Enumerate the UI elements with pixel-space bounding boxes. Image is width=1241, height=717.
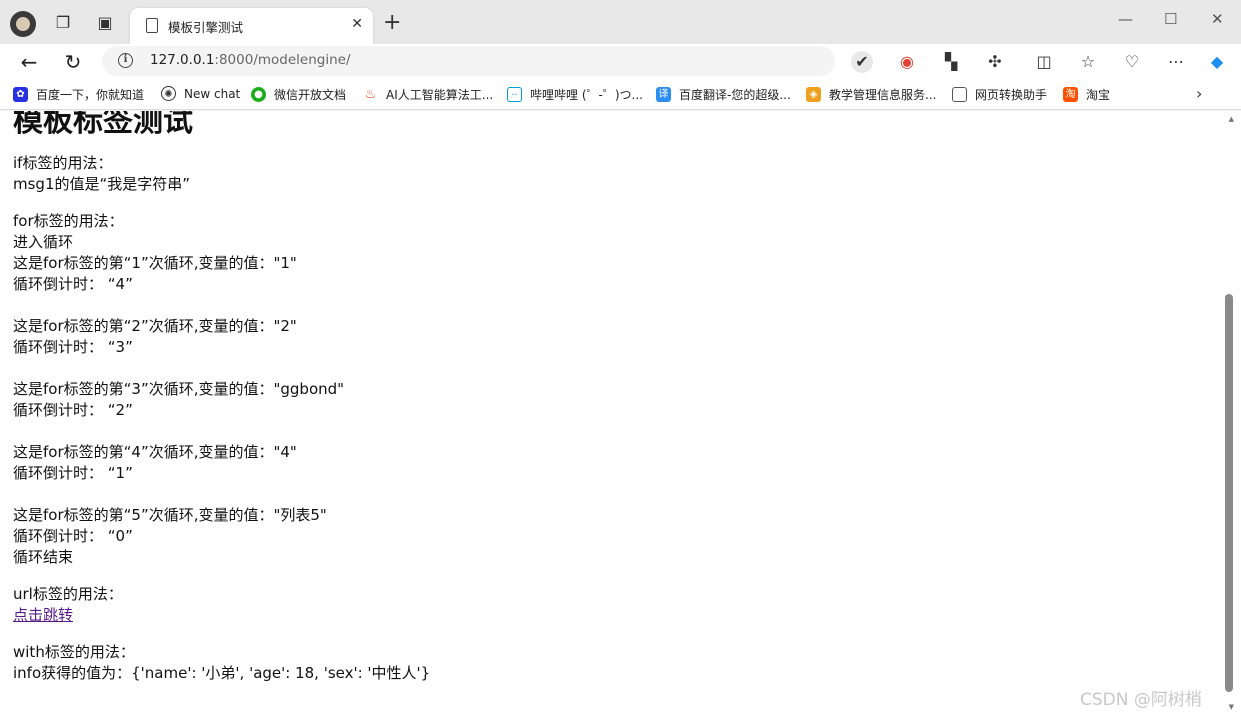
for-iteration-countdown: 循环倒计时： “1”: [13, 464, 133, 482]
back-icon[interactable]: ←: [17, 50, 41, 74]
if-title: if标签的用法：: [13, 154, 113, 172]
scroll-up-icon[interactable]: ▲: [1229, 115, 1234, 123]
collections-icon[interactable]: ❐: [54, 14, 72, 32]
if-line: msg1的值是“我是字符串”: [13, 175, 191, 193]
for-iteration-countdown: 循环倒计时： “2”: [13, 401, 133, 419]
split-screen-icon[interactable]: ◫: [1033, 51, 1055, 73]
bookmark-label: 微信开放文档: [274, 88, 347, 102]
for-iteration-text: 这是for标签的第“4”次循环,变量的值："4": [13, 443, 297, 461]
bookmark-label: 淘宝: [1086, 88, 1111, 102]
extensions-icon[interactable]: ✣: [984, 51, 1006, 73]
close-window-icon[interactable]: ✕: [1211, 10, 1224, 28]
extension-bird-icon[interactable]: ✔: [851, 51, 873, 73]
bilibili-icon: ··: [507, 87, 522, 102]
url-host: 127.0.0.1: [150, 52, 215, 68]
bookmark-taobao[interactable]: 淘 淘宝: [1063, 86, 1110, 103]
bookmark-label: 百度一下，你就知道: [36, 88, 145, 102]
doc-icon: [952, 87, 967, 102]
page-content: 模板标签测试 if标签的用法： msg1的值是“我是字符串” for标签的用法：…: [13, 111, 1213, 684]
for-iteration-countdown: 循环倒计时： “3”: [13, 338, 133, 356]
bookmark-label: 网页转换助手: [975, 88, 1048, 102]
url-text: 127.0.0.1:8000/modelengine/: [150, 52, 351, 68]
copilot-icon[interactable]: ◆: [1206, 51, 1228, 73]
for-iteration-countdown: 循环倒计时： “4”: [13, 275, 133, 293]
minimize-icon[interactable]: —: [1118, 10, 1133, 28]
chevron-right-icon[interactable]: ›: [1196, 84, 1202, 103]
bookmark-ai-algorithms[interactable]: ♨ AI人工智能算法工...: [363, 86, 493, 103]
favorites-icon[interactable]: ☆: [1077, 51, 1099, 73]
tab-title: 模板引擎测试: [168, 20, 244, 35]
for-iteration-text: 这是for标签的第“1”次循环,变量的值："1": [13, 254, 297, 272]
page-viewport: 模板标签测试 if标签的用法： msg1的值是“我是字符串” for标签的用法：…: [0, 111, 1241, 717]
scroll-down-icon[interactable]: ▼: [1229, 703, 1234, 711]
wechat-icon: ●: [251, 87, 266, 102]
line-break: [13, 421, 1213, 442]
scrollbar-thumb[interactable]: [1225, 294, 1233, 692]
bookmark-label: 哔哩哔哩 (゜-゜)つ...: [530, 88, 643, 102]
line-break: [13, 295, 1213, 316]
if-section: if标签的用法： msg1的值是“我是字符串”: [13, 153, 1213, 195]
paw-icon: ✿: [13, 87, 28, 102]
address-bar[interactable]: i 127.0.0.1:8000/modelengine/: [102, 46, 835, 76]
for-enter: 进入循环: [13, 233, 74, 251]
jump-link[interactable]: 点击跳转: [13, 606, 73, 624]
active-tab[interactable]: 模板引擎测试 ✕: [130, 8, 373, 44]
chrome-extension-icon[interactable]: ◉: [896, 51, 918, 73]
line-break: [13, 484, 1213, 505]
bookmark-page-converter[interactable]: 网页转换助手: [952, 86, 1047, 103]
bookmark-label: AI人工智能算法工...: [386, 88, 494, 102]
tab-actions-icon[interactable]: ▣: [96, 14, 114, 32]
for-title: for标签的用法：: [13, 212, 124, 230]
bookmark-wechat-docs[interactable]: ● 微信开放文档: [251, 86, 346, 103]
browser-essentials-icon[interactable]: ♡: [1121, 51, 1143, 73]
for-end: 循环结束: [13, 548, 74, 566]
game-extension-icon[interactable]: ▚: [940, 51, 962, 73]
with-title: with标签的用法：: [13, 643, 135, 661]
new-tab-button[interactable]: +: [383, 10, 401, 35]
watermark: CSDN @阿树梢: [1080, 690, 1202, 710]
bookmark-bilibili[interactable]: ·· 哔哩哔哩 (゜-゜)つ...: [507, 86, 643, 103]
page-icon: [146, 18, 158, 33]
site-info-icon[interactable]: i: [118, 53, 133, 68]
bookmark-baidu[interactable]: ✿ 百度一下，你就知道: [13, 86, 144, 103]
more-options-icon[interactable]: ⋯: [1165, 51, 1187, 73]
for-iteration-text: 这是for标签的第“2”次循环,变量的值："2": [13, 317, 297, 335]
maximize-icon[interactable]: ☐: [1164, 10, 1177, 28]
stack-icon: ◈: [806, 87, 821, 102]
bookmark-label: 百度翻译-您的超级...: [679, 88, 791, 102]
for-section: for标签的用法： 进入循环 这是for标签的第“1”次循环,变量的值："1" …: [13, 211, 1213, 568]
bookmark-new-chat[interactable]: ✺ New chat: [161, 86, 240, 101]
openai-icon: ✺: [161, 86, 176, 101]
for-iteration-countdown: 循环倒计时： “0”: [13, 527, 133, 545]
for-iteration-text: 这是for标签的第“5”次循环,变量的值："列表5": [13, 506, 327, 524]
page-heading: 模板标签测试: [13, 111, 193, 139]
url-section: url标签的用法： 点击跳转: [13, 584, 1213, 626]
with-section: with标签的用法： info获得的值为：{'name': '小弟', 'age…: [13, 642, 1213, 684]
tab-strip: ❐ ▣ 模板引擎测试 ✕ + — ☐ ✕: [0, 0, 1241, 44]
for-iteration-text: 这是for标签的第“3”次循环,变量的值："ggbond": [13, 380, 345, 398]
browser-toolbar: ← ↻ i 127.0.0.1:8000/modelengine/ ✔ ◉ ▚ …: [0, 44, 1241, 80]
close-tab-icon[interactable]: ✕: [351, 16, 363, 32]
bookmark-teaching-mgmt[interactable]: ◈ 教学管理信息服务...: [806, 86, 936, 103]
line-break: [13, 358, 1213, 379]
bookmark-label: 教学管理信息服务...: [829, 88, 937, 102]
taobao-icon: 淘: [1063, 87, 1078, 102]
bookmark-label: New chat: [184, 86, 241, 101]
url-path: :8000/modelengine/: [214, 52, 351, 68]
with-line: info获得的值为：{'name': '小弟', 'age': 18, 'sex…: [13, 664, 431, 682]
translate-icon: 译: [656, 87, 671, 102]
url-title: url标签的用法：: [13, 585, 123, 603]
bookmarks-bar: ✿ 百度一下，你就知道 ✺ New chat ● 微信开放文档 ♨ AI人工智能…: [0, 80, 1241, 110]
profile-avatar[interactable]: [10, 11, 36, 37]
bookmark-baidu-translate[interactable]: 译 百度翻译-您的超级...: [656, 86, 791, 103]
refresh-icon[interactable]: ↻: [61, 50, 85, 74]
flame-icon: ♨: [363, 87, 378, 102]
